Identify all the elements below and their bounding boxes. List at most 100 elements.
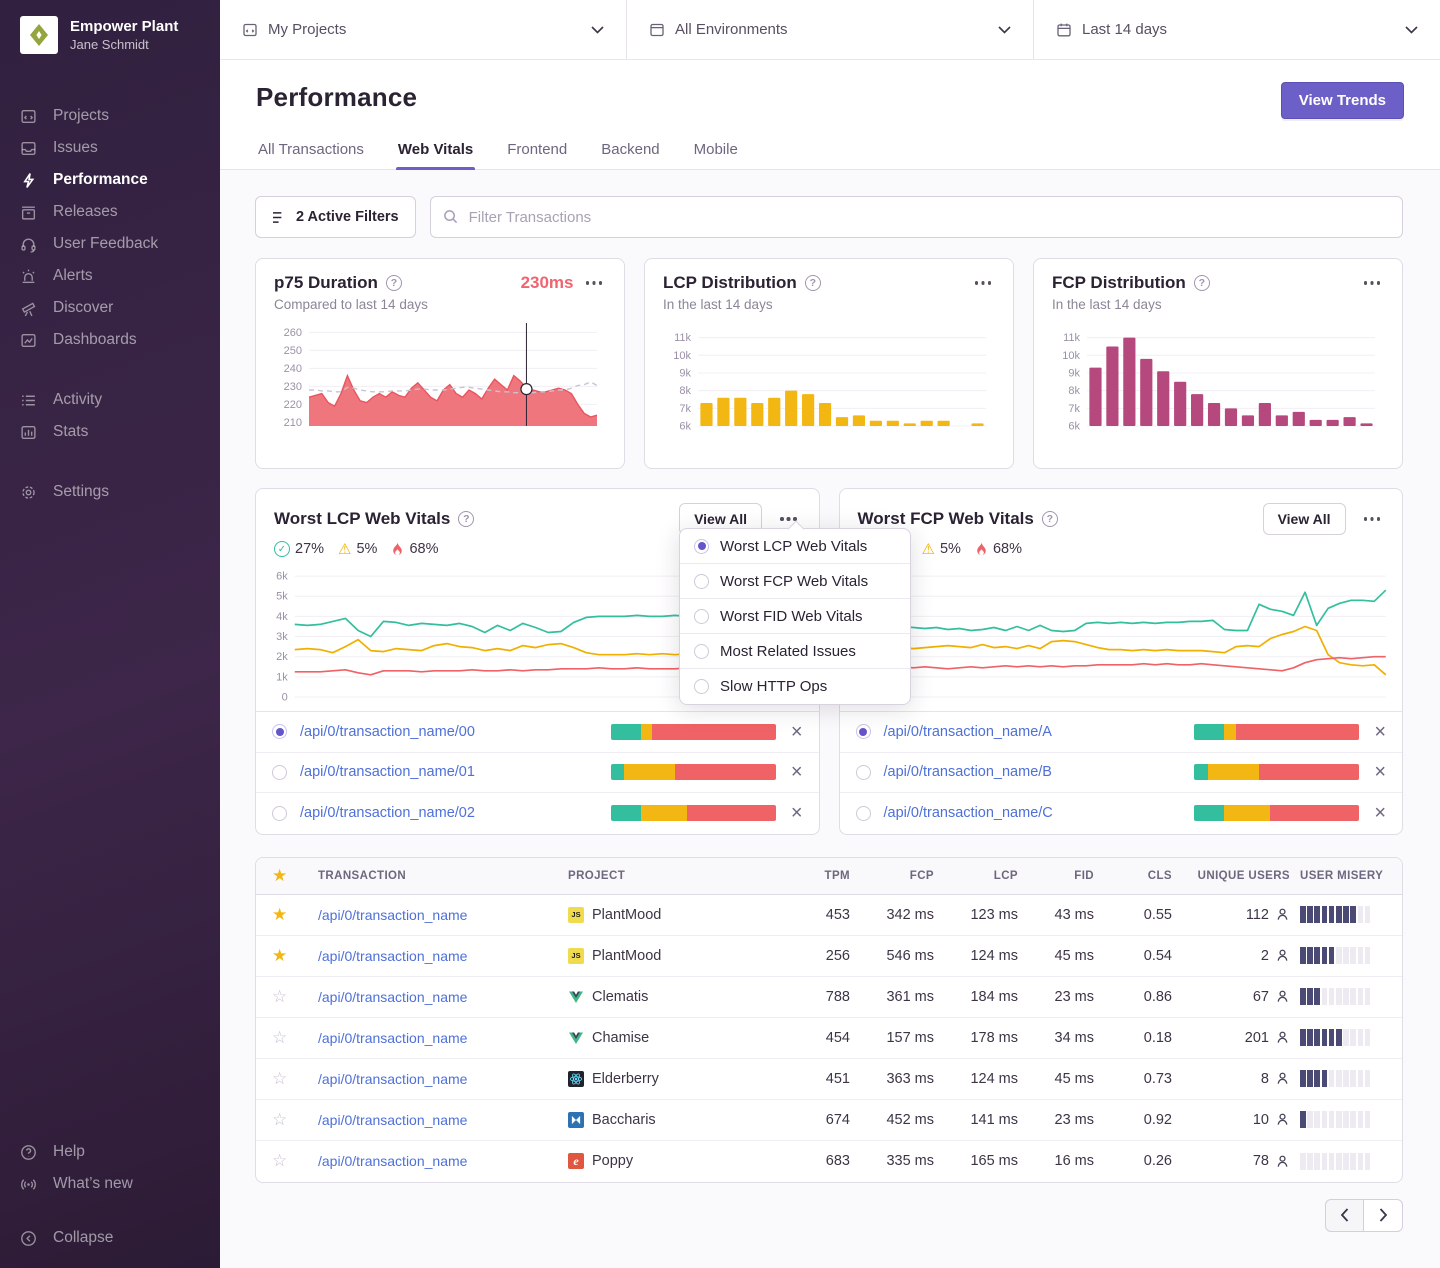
tab-mobile[interactable]: Mobile: [692, 141, 740, 169]
project-name[interactable]: Poppy: [592, 1153, 633, 1169]
sidebar-item-dashboards[interactable]: Dashboards: [0, 324, 220, 356]
radio-button[interactable]: [272, 765, 287, 780]
menu-item-worst-fid[interactable]: Worst FID Web Vitals: [680, 599, 910, 634]
star-toggle[interactable]: ★: [272, 946, 318, 966]
star-toggle[interactable]: ☆: [272, 1069, 318, 1089]
radio-button[interactable]: [856, 724, 871, 739]
sidebar-item-alerts[interactable]: Alerts: [0, 260, 220, 292]
search-input[interactable]: [430, 196, 1403, 238]
context-menu-button[interactable]: [1360, 275, 1385, 291]
col-cls[interactable]: CLS: [1094, 870, 1172, 882]
sidebar-item-stats[interactable]: Stats: [0, 416, 220, 448]
view-all-button[interactable]: View All: [1263, 503, 1346, 535]
help-icon[interactable]: ?: [805, 275, 821, 291]
active-filters-button[interactable]: 2 Active Filters: [255, 196, 416, 238]
star-toggle[interactable]: ☆: [272, 1028, 318, 1048]
transaction-link[interactable]: /api/0/transaction_name: [318, 948, 568, 964]
sidebar-item-label: Releases: [53, 203, 118, 221]
sidebar-item-activity[interactable]: Activity: [0, 384, 220, 416]
col-transaction[interactable]: TRANSACTION: [318, 870, 568, 882]
help-icon[interactable]: ?: [1042, 511, 1058, 527]
tab-web-vitals[interactable]: Web Vitals: [396, 141, 475, 169]
project-name[interactable]: Elderberry: [592, 1071, 659, 1087]
transaction-link[interactable]: /api/0/transaction_name/02: [300, 805, 475, 821]
meh-badge: ⚠5%: [922, 541, 961, 557]
environment-selector[interactable]: All Environments: [627, 0, 1034, 59]
sidebar-item-issues[interactable]: Issues: [0, 132, 220, 164]
col-fid[interactable]: FID: [1018, 870, 1094, 882]
close-icon[interactable]: ×: [1374, 803, 1386, 823]
radio-button[interactable]: [272, 724, 287, 739]
col-lcp[interactable]: LCP: [934, 870, 1018, 882]
transaction-link[interactable]: /api/0/transaction_name/A: [884, 724, 1052, 740]
sidebar-collapse[interactable]: Collapse: [0, 1222, 220, 1254]
help-icon[interactable]: ?: [386, 275, 402, 291]
tpm-value: 256: [786, 948, 850, 964]
close-icon[interactable]: ×: [791, 762, 803, 782]
close-icon[interactable]: ×: [791, 803, 803, 823]
project-name[interactable]: PlantMood: [592, 948, 661, 964]
sidebar-item-user-feedback[interactable]: User Feedback: [0, 228, 220, 260]
transaction-link[interactable]: /api/0/transaction_name: [318, 1153, 568, 1169]
transaction-link[interactable]: /api/0/transaction_name: [318, 1112, 568, 1128]
transaction-link[interactable]: /api/0/transaction_name/C: [884, 805, 1053, 821]
star-toggle[interactable]: ☆: [272, 1110, 318, 1130]
svg-text:9k: 9k: [1068, 367, 1080, 379]
transaction-link[interactable]: /api/0/transaction_name: [318, 907, 568, 923]
previous-page-button[interactable]: [1325, 1199, 1364, 1232]
sidebar-item-performance[interactable]: Performance: [0, 164, 220, 196]
sidebar-item-help[interactable]: Help: [0, 1136, 220, 1168]
close-icon[interactable]: ×: [1374, 762, 1386, 782]
date-range-selector[interactable]: Last 14 days: [1034, 0, 1440, 59]
tab-frontend[interactable]: Frontend: [505, 141, 569, 169]
project-name[interactable]: Baccharis: [592, 1112, 656, 1128]
sidebar-item-settings[interactable]: Settings: [0, 476, 220, 508]
tab-all-transactions[interactable]: All Transactions: [256, 141, 366, 169]
date-range-selector-label: Last 14 days: [1082, 21, 1167, 38]
col-fcp[interactable]: FCP: [850, 870, 934, 882]
transaction-link[interactable]: /api/0/transaction_name/B: [884, 764, 1052, 780]
star-column-icon[interactable]: ★: [272, 866, 318, 886]
star-toggle[interactable]: ☆: [272, 1151, 318, 1171]
col-unique-users[interactable]: UNIQUE USERS: [1172, 870, 1290, 882]
transaction-link[interactable]: /api/0/transaction_name/01: [300, 764, 475, 780]
ember-platform-icon: e: [568, 1153, 584, 1169]
radio-button[interactable]: [272, 806, 287, 821]
project-selector[interactable]: My Projects: [220, 0, 627, 59]
chevron-down-icon: [1405, 21, 1418, 38]
context-menu-button[interactable]: [1360, 511, 1385, 527]
help-icon[interactable]: ?: [458, 511, 474, 527]
project-name[interactable]: Clematis: [592, 989, 648, 1005]
sidebar-item-projects[interactable]: Projects: [0, 100, 220, 132]
transaction-link[interactable]: /api/0/transaction_name: [318, 1071, 568, 1087]
org-switcher[interactable]: Empower Plant Jane Schmidt: [0, 0, 220, 54]
menu-item-slow-http-ops[interactable]: Slow HTTP Ops: [680, 669, 910, 704]
transaction-link[interactable]: /api/0/transaction_name/00: [300, 724, 475, 740]
col-project[interactable]: PROJECT: [568, 870, 786, 882]
context-menu-button[interactable]: [582, 275, 607, 291]
menu-item-worst-lcp[interactable]: Worst LCP Web Vitals: [680, 529, 910, 564]
star-toggle[interactable]: ☆: [272, 987, 318, 1007]
radio-button[interactable]: [856, 765, 871, 780]
project-name[interactable]: Chamise: [592, 1030, 649, 1046]
sidebar-item-discover[interactable]: Discover: [0, 292, 220, 324]
close-icon[interactable]: ×: [1374, 722, 1386, 742]
context-menu-button[interactable]: [971, 275, 996, 291]
star-toggle[interactable]: ★: [272, 905, 318, 925]
close-icon[interactable]: ×: [791, 722, 803, 742]
menu-item-most-related-issues[interactable]: Most Related Issues: [680, 634, 910, 669]
project-name[interactable]: PlantMood: [592, 907, 661, 923]
menu-item-worst-fcp[interactable]: Worst FCP Web Vitals: [680, 564, 910, 599]
tab-backend[interactable]: Backend: [599, 141, 661, 169]
help-icon[interactable]: ?: [1194, 275, 1210, 291]
sidebar-item-whats-new[interactable]: What’s new: [0, 1168, 220, 1200]
col-user-misery[interactable]: USER MISERY: [1290, 870, 1386, 882]
transaction-link[interactable]: /api/0/transaction_name: [318, 989, 568, 1005]
next-page-button[interactable]: [1364, 1199, 1403, 1232]
col-tpm[interactable]: TPM: [786, 870, 850, 882]
radio-button[interactable]: [856, 806, 871, 821]
transaction-link[interactable]: /api/0/transaction_name: [318, 1030, 568, 1046]
user-misery-bar: [1290, 906, 1386, 923]
view-trends-button[interactable]: View Trends: [1281, 82, 1404, 119]
sidebar-item-releases[interactable]: Releases: [0, 196, 220, 228]
